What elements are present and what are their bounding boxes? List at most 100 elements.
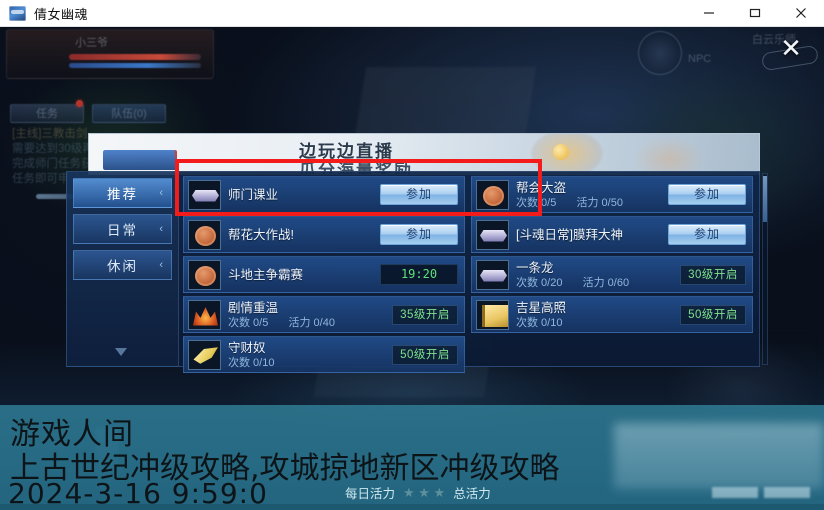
- activity-name: 帮花大作战!: [228, 227, 294, 242]
- close-button[interactable]: [778, 0, 824, 26]
- activity-name: 吉星高照: [516, 300, 567, 315]
- caption-chip: [712, 487, 758, 498]
- activity-list-panel: 师门课业 参加 帮会大盗 次数 0/5 活力 0/50 参加 帮花大作战! 参加…: [178, 171, 760, 373]
- tab-recommended[interactable]: 推荐 ‹: [73, 178, 172, 208]
- activity-meta: 次数 0/20 活力 0/60: [516, 277, 680, 289]
- npc-label: NPC: [688, 53, 712, 65]
- activity-action: 参加: [668, 184, 746, 205]
- activity-meta: 次数 0/5 活力 0/50: [516, 197, 668, 209]
- join-button[interactable]: 参加: [668, 224, 746, 245]
- scroll-item-icon: [188, 179, 221, 210]
- activity-dialog: 边玩边直播 瓜分海量奖励 推荐 ‹ 日常 ‹ 休闲 ‹ 师门课业 参加 帮会大盗…: [66, 133, 768, 373]
- player-mana-bar: [69, 63, 201, 68]
- caption-blurred-area: [614, 423, 824, 489]
- hud-tab-quest[interactable]: 任务: [10, 104, 84, 123]
- activity-name: 守财奴: [228, 340, 266, 355]
- join-button[interactable]: 参加: [380, 224, 458, 245]
- activity-row-banghuidadao[interactable]: 帮会大盗 次数 0/5 活力 0/50 参加: [471, 176, 753, 213]
- activity-action: 50级开启: [392, 344, 458, 365]
- activity-text-block: 一条龙 次数 0/20 活力 0/60: [516, 261, 680, 289]
- daily-vigor-label: 每日活力: [345, 487, 396, 501]
- activity-row-doudizhu[interactable]: 斗地主争霸赛 19:20: [183, 256, 465, 293]
- category-tab-rail: 推荐 ‹ 日常 ‹ 休闲 ‹: [66, 171, 178, 367]
- join-button[interactable]: 参加: [380, 184, 458, 205]
- window-title-bar: 倩女幽魂: [0, 0, 824, 27]
- tab-recommended-label: 推荐: [107, 187, 138, 202]
- activity-row-banghuadazuozhan[interactable]: 帮花大作战! 参加: [183, 216, 465, 253]
- activity-text-block: 吉星高照 次数 0/10: [516, 301, 680, 329]
- crown-item-icon: [188, 299, 221, 330]
- scroll-item-icon: [476, 219, 509, 250]
- star-rating-icon: ★ ★ ★: [403, 484, 446, 500]
- activity-row-shimenkeye[interactable]: 师门课业 参加: [183, 176, 465, 213]
- activity-row-douhunmobai[interactable]: [斗魂日常]膜拜大神 参加: [471, 216, 753, 253]
- dialog-banner[interactable]: 边玩边直播 瓜分海量奖励: [88, 133, 760, 175]
- caption-overlay: 游戏人间 上古世纪冲级攻略,攻城掠地新区冲级攻略 2024-3-16 9:59:…: [0, 405, 824, 510]
- activity-counts: 次数 0/10: [228, 356, 275, 369]
- caption-bottom-rule: [0, 504, 824, 510]
- activity-list-grid: 师门课业 参加 帮会大盗 次数 0/5 活力 0/50 参加 帮花大作战! 参加…: [183, 176, 753, 373]
- caption-chip-group: [712, 487, 810, 498]
- activity-action: 参加: [668, 224, 746, 245]
- activity-meta: 次数 0/10: [228, 357, 392, 369]
- activity-row-yitiaolong[interactable]: 一条龙 次数 0/20 活力 0/60 30级开启: [471, 256, 753, 293]
- activity-vigor: 活力 0/60: [582, 276, 630, 289]
- countdown-badge: 19:20: [380, 264, 458, 285]
- maximize-button[interactable]: [732, 0, 778, 26]
- hud-tab-group: 任务 队伍(0): [10, 104, 166, 123]
- activity-action: 50级开启: [680, 304, 746, 325]
- player-portrait-panel[interactable]: 小三爷: [6, 29, 214, 79]
- coin-item-icon: [188, 259, 221, 290]
- activity-row-jixinggaozhao[interactable]: 吉星高照 次数 0/10 50级开启: [471, 296, 753, 333]
- activity-action: 35级开启: [392, 304, 458, 325]
- screen-root: 倩女幽魂 小三爷 NPC 白云乐师 任务 队伍(0) [主线]三教击剑 需要达到…: [0, 0, 824, 510]
- activity-meta: 次数 0/5 活力 0/40: [228, 317, 392, 329]
- coin-item-icon: [188, 219, 221, 250]
- list-scrollbar[interactable]: [762, 173, 768, 365]
- activity-name: 一条龙: [516, 260, 554, 275]
- activity-text-block: 守财奴 次数 0/10: [228, 341, 392, 369]
- activity-counts: 次数 0/5: [228, 316, 269, 329]
- activity-action: 参加: [380, 224, 458, 245]
- total-vigor-label: 总活力: [453, 487, 491, 501]
- activity-row-juqingchongwen[interactable]: 剧情重温 次数 0/5 活力 0/40 35级开启: [183, 296, 465, 333]
- activity-text-block: 帮会大盗 次数 0/5 活力 0/50: [516, 181, 668, 209]
- activity-name: 师门课业: [228, 187, 279, 202]
- minimize-button[interactable]: [686, 0, 732, 26]
- activity-text-block: 师门课业: [228, 188, 380, 202]
- window-title: 倩女幽魂: [34, 7, 89, 23]
- banner-character: [609, 134, 719, 174]
- hud-tab-team[interactable]: 队伍(0): [92, 104, 166, 123]
- level-lock-badge: 50级开启: [392, 344, 458, 365]
- activity-meta: 次数 0/10: [516, 317, 680, 329]
- tab-leisure[interactable]: 休闲 ‹: [73, 250, 172, 280]
- chevron-left-icon: ‹: [159, 223, 165, 235]
- tab-daily[interactable]: 日常 ‹: [73, 214, 172, 244]
- activity-name: [斗魂日常]膜拜大神: [516, 227, 623, 242]
- scroll-item-icon: [476, 259, 509, 290]
- player-health-bar: [69, 54, 201, 60]
- activity-vigor: 活力 0/50: [576, 196, 623, 209]
- activity-name: 帮会大盗: [516, 180, 567, 195]
- book-item-icon: [476, 299, 509, 330]
- activity-text-block: [斗魂日常]膜拜大神: [516, 228, 668, 242]
- activity-text-block: 帮花大作战!: [228, 228, 380, 242]
- quest-alert-dot: [76, 100, 83, 107]
- chevron-left-icon: ‹: [159, 187, 165, 199]
- activity-text-block: 斗地主争霸赛: [228, 268, 380, 282]
- banner-orb-icon: [553, 144, 569, 160]
- join-button[interactable]: 参加: [668, 184, 746, 205]
- scrollbar-thumb[interactable]: [763, 176, 767, 222]
- npc-avatar: [638, 31, 682, 75]
- activity-action: 30级开启: [680, 264, 746, 285]
- activity-counts: 次数 0/20: [516, 276, 563, 289]
- activity-text-block: 剧情重温 次数 0/5 活力 0/40: [228, 301, 392, 329]
- activity-action: 19:20: [380, 264, 458, 285]
- close-icon[interactable]: ✕: [774, 31, 808, 65]
- rail-collapse-arrow-icon[interactable]: [115, 348, 127, 356]
- activity-vigor: 活力 0/40: [288, 316, 335, 329]
- activity-name: 斗地主争霸赛: [228, 267, 304, 282]
- activity-row-shoucainu[interactable]: 守财奴 次数 0/10 50级开启: [183, 336, 465, 373]
- chevron-left-icon: ‹: [159, 259, 165, 271]
- activity-action: 参加: [380, 184, 458, 205]
